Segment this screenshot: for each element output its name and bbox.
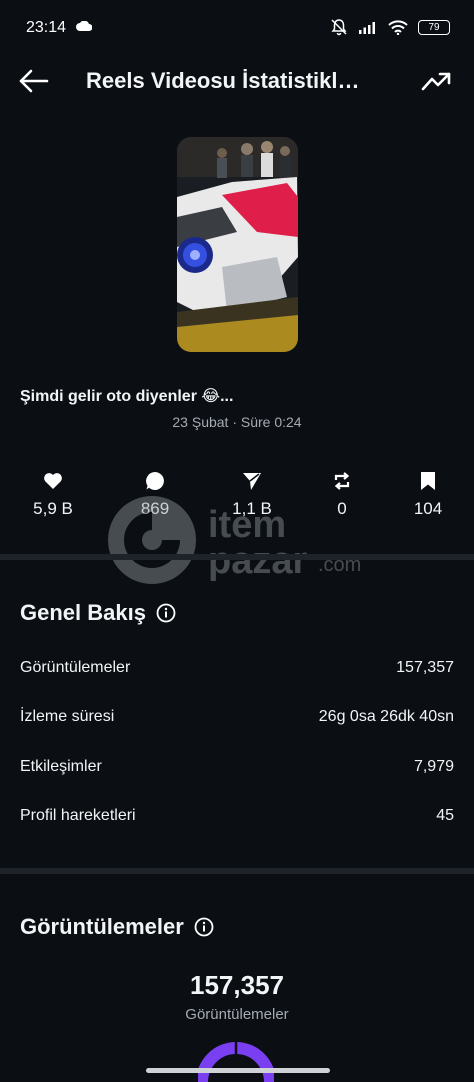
overview-row-views[interactable]: Görüntülemeler 157,357 <box>20 659 454 677</box>
info-icon[interactable] <box>194 917 214 937</box>
arrow-left-icon <box>19 69 49 93</box>
top-app-bar: Reels Videosu İstatistikl… <box>0 52 474 110</box>
shares-count: 1,1 B <box>232 499 272 518</box>
info-icon[interactable] <box>156 603 176 623</box>
row-value: 26g 0sa 26dk 40sn <box>318 708 454 725</box>
trending-up-icon <box>421 72 451 91</box>
reposts-stat: 0 <box>297 470 387 519</box>
views-donut-chart <box>198 1042 274 1082</box>
saves-stat: 104 <box>383 470 473 519</box>
wifi-icon <box>388 19 408 35</box>
views-total: 157,357 <box>190 970 284 1000</box>
page-title: Reels Videosu İstatistikl… <box>86 68 360 93</box>
status-bar: 23:14 79 <box>0 0 474 56</box>
views-total-label: Görüntülemeler <box>185 1006 289 1023</box>
cloud-icon <box>76 21 92 31</box>
likes-stat: 5,9 B <box>8 470 98 519</box>
comment-icon <box>146 472 164 490</box>
back-button[interactable] <box>16 66 52 96</box>
battery-icon: 79 <box>418 19 450 35</box>
section-divider <box>0 554 474 560</box>
send-icon <box>243 473 261 490</box>
status-icons: 79 <box>330 18 450 36</box>
shares-stat: 1,1 B <box>207 470 297 519</box>
likes-count: 5,9 B <box>33 499 73 518</box>
engagement-stats: 5,9 B 869 1,1 B 0 104 <box>0 470 474 530</box>
saves-count: 104 <box>413 499 443 518</box>
reel-caption: Şimdi gelir oto diyenler 😂... <box>20 388 234 405</box>
home-indicator[interactable] <box>146 1068 330 1073</box>
overview-row-profile-activity[interactable]: Profil hareketleri 45 <box>20 807 454 825</box>
row-label: Görüntülemeler <box>20 659 131 676</box>
row-label: Profil hareketleri <box>20 807 136 824</box>
views-title: Görüntülemeler <box>20 914 184 939</box>
overview-row-interactions[interactable]: Etkileşimler 7,979 <box>20 758 454 776</box>
reel-meta: 23 Şubat · Süre 0:24 <box>172 414 302 430</box>
comments-count: 869 <box>140 499 170 518</box>
overview-section-title: Genel Bakış <box>20 600 176 626</box>
row-value: 157,357 <box>396 659 454 676</box>
insights-button[interactable] <box>420 66 452 96</box>
row-value: 7,979 <box>413 758 454 775</box>
muted-bell-icon <box>331 19 347 36</box>
views-section-title: Görüntülemeler <box>20 914 214 940</box>
reel-thumbnail[interactable] <box>177 137 298 352</box>
heart-icon <box>44 473 62 489</box>
row-label: Etkileşimler <box>20 758 102 775</box>
comments-stat: 869 <box>110 470 200 519</box>
signal-icon <box>359 22 375 34</box>
bookmark-icon <box>421 472 435 490</box>
overview-row-watch-time[interactable]: İzleme süresi 26g 0sa 26dk 40sn <box>20 708 454 726</box>
watermark-line2: pazar <box>208 540 308 582</box>
reposts-count: 0 <box>337 499 347 518</box>
row-value: 45 <box>436 807 454 824</box>
section-divider <box>0 868 474 874</box>
repost-icon <box>334 472 350 490</box>
overview-title: Genel Bakış <box>20 600 146 625</box>
row-label: İzleme süresi <box>20 708 115 725</box>
status-time: 23:14 <box>26 19 67 36</box>
